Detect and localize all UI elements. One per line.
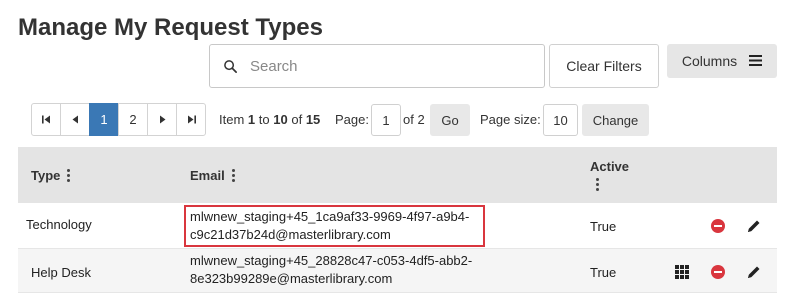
edit-icon[interactable]	[745, 263, 763, 281]
pager: 1 2	[31, 103, 206, 136]
column-header-type[interactable]: Type	[31, 168, 71, 183]
prev-page-button[interactable]	[60, 103, 90, 136]
first-page-icon	[41, 115, 50, 124]
menu-icon	[749, 53, 763, 69]
column-header-type-label: Type	[31, 168, 61, 183]
columns-button-label: Columns	[681, 53, 738, 69]
item-total: 15	[305, 112, 321, 127]
type-cell: Technology	[26, 217, 92, 232]
item-of-word: of	[291, 112, 303, 127]
email-line-2: c9c21d37b24d@masterlibrary.com	[190, 227, 391, 242]
email-cell: mlwnew_staging+45_28828c47-c053-4df5-abb…	[190, 252, 472, 288]
table-row[interactable]: Help Desk mlwnew_staging+45_28828c47-c05…	[18, 249, 777, 293]
columns-button[interactable]: Columns	[667, 44, 777, 78]
item-from: 1	[247, 112, 256, 127]
page-size-label: Page size:	[480, 112, 541, 127]
request-types-table: Type Email Active Technology mlwnew_stag…	[18, 147, 777, 293]
delete-icon[interactable]	[709, 217, 727, 235]
page-button-1[interactable]: 1	[89, 103, 119, 136]
column-header-email-label: Email	[190, 168, 225, 183]
email-line-1: mlwnew_staging+45_28828c47-c053-4df5-abb…	[190, 253, 473, 268]
email-line-2: 8e323b99289e@masterlibrary.com	[190, 271, 393, 286]
grid-icon[interactable]	[673, 263, 691, 281]
edit-icon[interactable]	[745, 217, 763, 235]
clear-filters-button[interactable]: Clear Filters	[549, 44, 659, 88]
page-label: Page:	[335, 112, 369, 127]
page-button-2[interactable]: 2	[118, 103, 148, 136]
next-page-icon	[159, 115, 165, 124]
go-button[interactable]: Go	[430, 104, 470, 136]
search-input[interactable]	[250, 57, 530, 75]
email-line-1: mlwnew_staging+45_1ca9af33-9969-4f97-a9b…	[190, 209, 470, 224]
column-menu-icon[interactable]	[596, 178, 599, 191]
prev-page-icon	[72, 115, 78, 124]
column-menu-icon[interactable]	[231, 169, 235, 182]
item-to: 10	[273, 112, 288, 127]
type-cell: Help Desk	[31, 265, 91, 280]
last-page-icon	[187, 115, 196, 124]
page-number-input[interactable]: 1	[371, 104, 401, 136]
last-page-button[interactable]	[176, 103, 206, 136]
search-box[interactable]	[209, 44, 545, 88]
column-header-email[interactable]: Email	[190, 168, 235, 183]
column-header-active[interactable]: Active	[590, 159, 629, 191]
search-icon	[210, 59, 250, 74]
page-of-label: of 2	[403, 112, 425, 127]
page-title: Manage My Request Types	[18, 14, 323, 41]
table-row[interactable]: Technology mlwnew_staging+45_1ca9af33-99…	[18, 203, 777, 249]
delete-icon[interactable]	[709, 263, 727, 281]
item-prefix: Item	[219, 112, 245, 127]
active-cell: True	[590, 219, 617, 234]
table-header: Type Email Active	[18, 147, 777, 203]
next-page-button[interactable]	[147, 103, 177, 136]
first-page-button[interactable]	[31, 103, 61, 136]
email-cell: mlwnew_staging+45_1ca9af33-9969-4f97-a9b…	[190, 208, 469, 244]
column-menu-icon[interactable]	[67, 169, 71, 182]
item-range-info: Item 1 to 10 of 15	[219, 103, 320, 136]
active-cell: True	[590, 265, 617, 280]
change-button[interactable]: Change	[582, 104, 649, 136]
page-size-input[interactable]: 10	[543, 104, 578, 136]
item-to-word: to	[258, 112, 270, 127]
column-header-active-label: Active	[590, 159, 630, 174]
